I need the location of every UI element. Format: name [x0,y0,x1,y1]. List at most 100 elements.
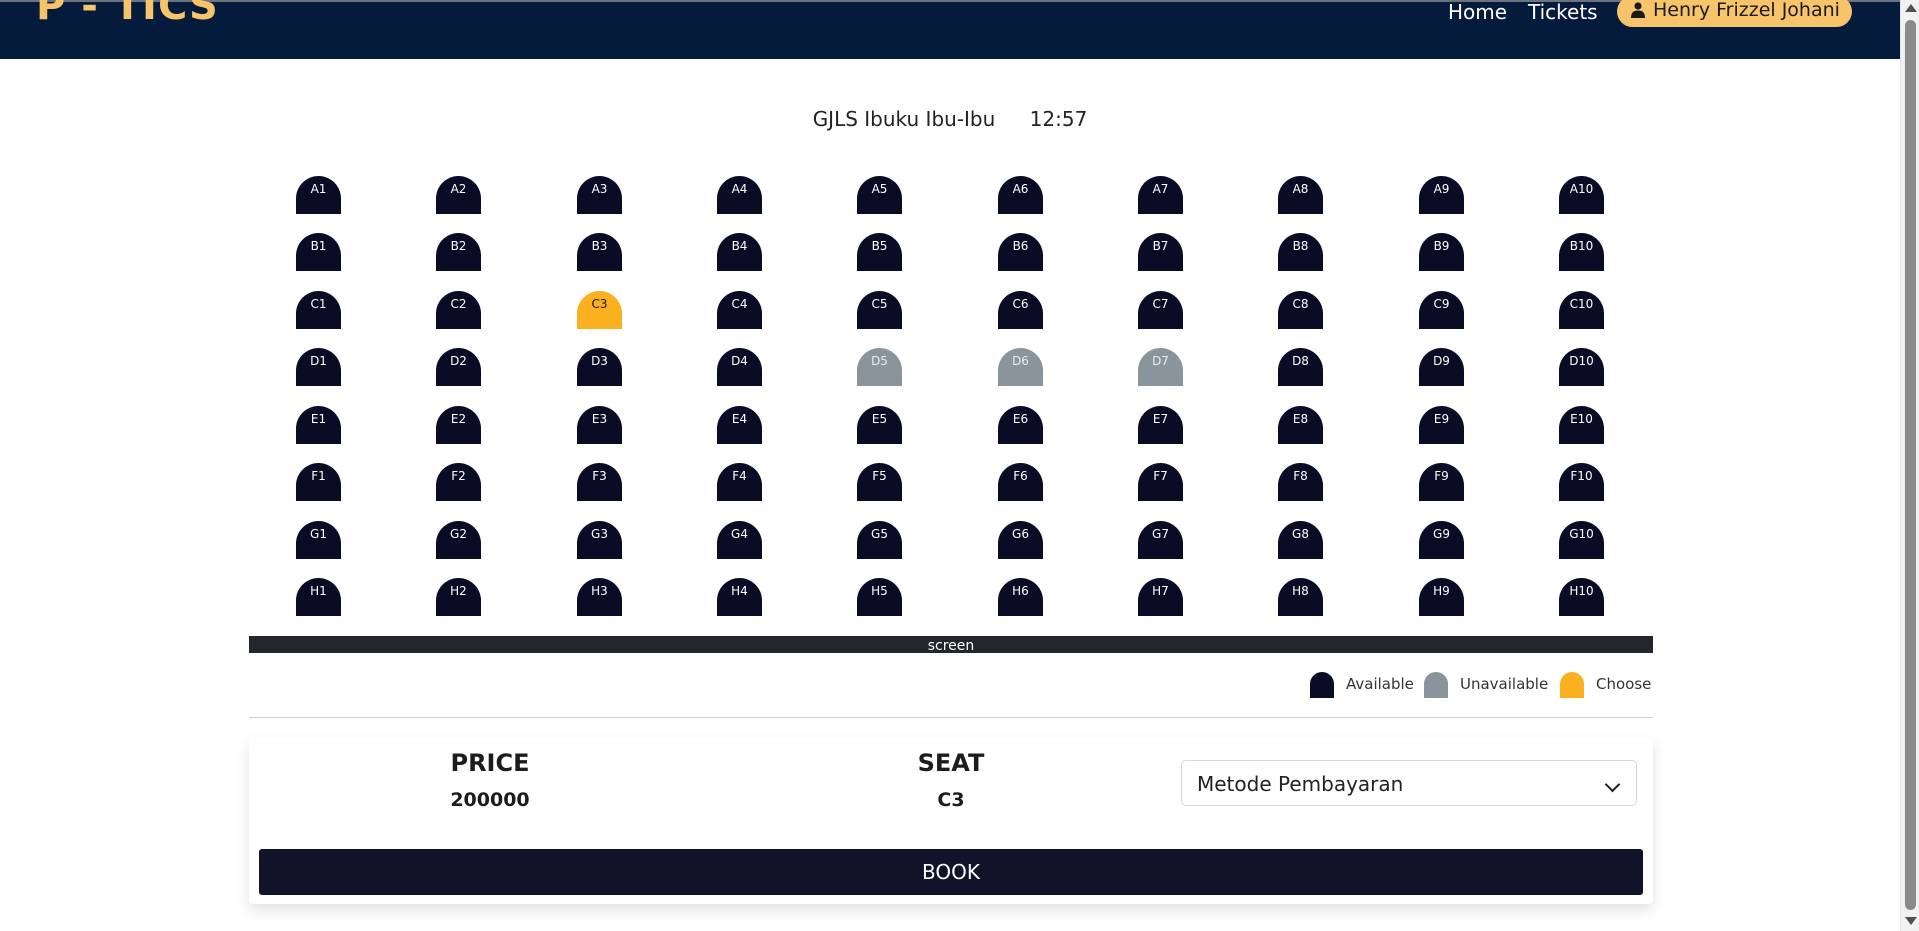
seat-a10[interactable]: A10 [1559,176,1604,214]
seat-e9[interactable]: E9 [1419,406,1464,444]
book-button[interactable]: BOOK [259,849,1643,895]
seat-b6[interactable]: B6 [998,233,1043,271]
seat-f2[interactable]: F2 [436,463,481,501]
seat-a6[interactable]: A6 [998,176,1043,214]
brand-logo[interactable]: P - TICS [36,0,219,26]
seat-c5[interactable]: C5 [857,291,902,329]
payment-method-select[interactable]: Metode Pembayaran [1181,760,1637,806]
seat-g4[interactable]: G4 [717,521,762,559]
movie-time: 12:57 [1029,107,1088,131]
seat-h8[interactable]: H8 [1278,578,1323,616]
seat-f9[interactable]: F9 [1419,463,1464,501]
seat-g10[interactable]: G10 [1559,521,1604,559]
seat-c3[interactable]: C3 [577,291,622,329]
seat-g6[interactable]: G6 [998,521,1043,559]
seat-b1[interactable]: B1 [296,233,341,271]
seat-e2[interactable]: E2 [436,406,481,444]
price-value: 200000 [450,789,530,811]
seat-e6[interactable]: E6 [998,406,1043,444]
seat-b8[interactable]: B8 [1278,233,1323,271]
seat-d8[interactable]: D8 [1278,348,1323,386]
seat-e5[interactable]: E5 [857,406,902,444]
legend-unavailable-label: Unavailable [1460,675,1549,693]
seat-h2[interactable]: H2 [436,578,481,616]
scroll-thumb[interactable] [1905,20,1916,910]
seat-g8[interactable]: G8 [1278,521,1323,559]
seat-b9[interactable]: B9 [1419,233,1464,271]
seat-a1[interactable]: A1 [296,176,341,214]
section-divider [249,717,1653,718]
legend-choose-label: Choose [1596,675,1652,693]
seat-g5[interactable]: G5 [857,521,902,559]
seat-e10[interactable]: E10 [1559,406,1604,444]
seat-b10[interactable]: B10 [1559,233,1604,271]
seat-d5: D5 [857,348,902,386]
movie-info: GJLS Ibuku Ibu-Ibu 12:57 [0,106,1900,132]
seat-a3[interactable]: A3 [577,176,622,214]
seat-h10[interactable]: H10 [1559,578,1604,616]
seat-a5[interactable]: A5 [857,176,902,214]
seat-h1[interactable]: H1 [296,578,341,616]
seat-b3[interactable]: B3 [577,233,622,271]
navbar: P - TICS Home Tickets Henry Frizzel Joha… [0,0,1900,59]
seat-g7[interactable]: G7 [1138,521,1183,559]
seat-g3[interactable]: G3 [577,521,622,559]
seat-h6[interactable]: H6 [998,578,1043,616]
seat-f10[interactable]: F10 [1559,463,1604,501]
seat-c4[interactable]: C4 [717,291,762,329]
seat-c1[interactable]: C1 [296,291,341,329]
seat-value: C3 [937,789,965,811]
seat-b5[interactable]: B5 [857,233,902,271]
seat-d1[interactable]: D1 [296,348,341,386]
seat-h9[interactable]: H9 [1419,578,1464,616]
seat-f4[interactable]: F4 [717,463,762,501]
scroll-down-arrow-icon[interactable] [1905,917,1917,925]
seat-g1[interactable]: G1 [296,521,341,559]
vertical-scrollbar[interactable] [1900,0,1919,931]
seat-a9[interactable]: A9 [1419,176,1464,214]
seat-g2[interactable]: G2 [436,521,481,559]
seat-f1[interactable]: F1 [296,463,341,501]
seat-d3[interactable]: D3 [577,348,622,386]
seat-h4[interactable]: H4 [717,578,762,616]
seat-b2[interactable]: B2 [436,233,481,271]
seat-f7[interactable]: F7 [1138,463,1183,501]
seat-f5[interactable]: F5 [857,463,902,501]
seat-c8[interactable]: C8 [1278,291,1323,329]
seat-g9[interactable]: G9 [1419,521,1464,559]
seat-d9[interactable]: D9 [1419,348,1464,386]
seat-b4[interactable]: B4 [717,233,762,271]
user-menu-button[interactable]: Henry Frizzel Johani [1617,0,1852,27]
seat-c7[interactable]: C7 [1138,291,1183,329]
seat-label: SEAT [917,749,985,777]
seat-f3[interactable]: F3 [577,463,622,501]
seat-h5[interactable]: H5 [857,578,902,616]
seat-e8[interactable]: E8 [1278,406,1323,444]
seat-e4[interactable]: E4 [717,406,762,444]
legend-available-swatch [1310,672,1334,698]
seat-a4[interactable]: A4 [717,176,762,214]
seat-f8[interactable]: F8 [1278,463,1323,501]
seat-c9[interactable]: C9 [1419,291,1464,329]
seat-h3[interactable]: H3 [577,578,622,616]
nav-home-link[interactable]: Home [1448,0,1507,24]
booking-card: PRICE 200000 SEAT C3 Metode Pembayaran B… [249,738,1653,904]
seat-e1[interactable]: E1 [296,406,341,444]
seat-c10[interactable]: C10 [1559,291,1604,329]
seat-b7[interactable]: B7 [1138,233,1183,271]
scroll-up-arrow-icon[interactable] [1905,4,1917,12]
seat-d4[interactable]: D4 [717,348,762,386]
seat-c6[interactable]: C6 [998,291,1043,329]
seat-d2[interactable]: D2 [436,348,481,386]
seat-d10[interactable]: D10 [1559,348,1604,386]
seat-c2[interactable]: C2 [436,291,481,329]
seat-a7[interactable]: A7 [1138,176,1183,214]
seat-a2[interactable]: A2 [436,176,481,214]
nav-tickets-link[interactable]: Tickets [1528,0,1598,24]
seat-a8[interactable]: A8 [1278,176,1323,214]
seat-e3[interactable]: E3 [577,406,622,444]
seat-e7[interactable]: E7 [1138,406,1183,444]
seat-h7[interactable]: H7 [1138,578,1183,616]
seat-f6[interactable]: F6 [998,463,1043,501]
legend-unavailable-swatch [1424,672,1448,698]
